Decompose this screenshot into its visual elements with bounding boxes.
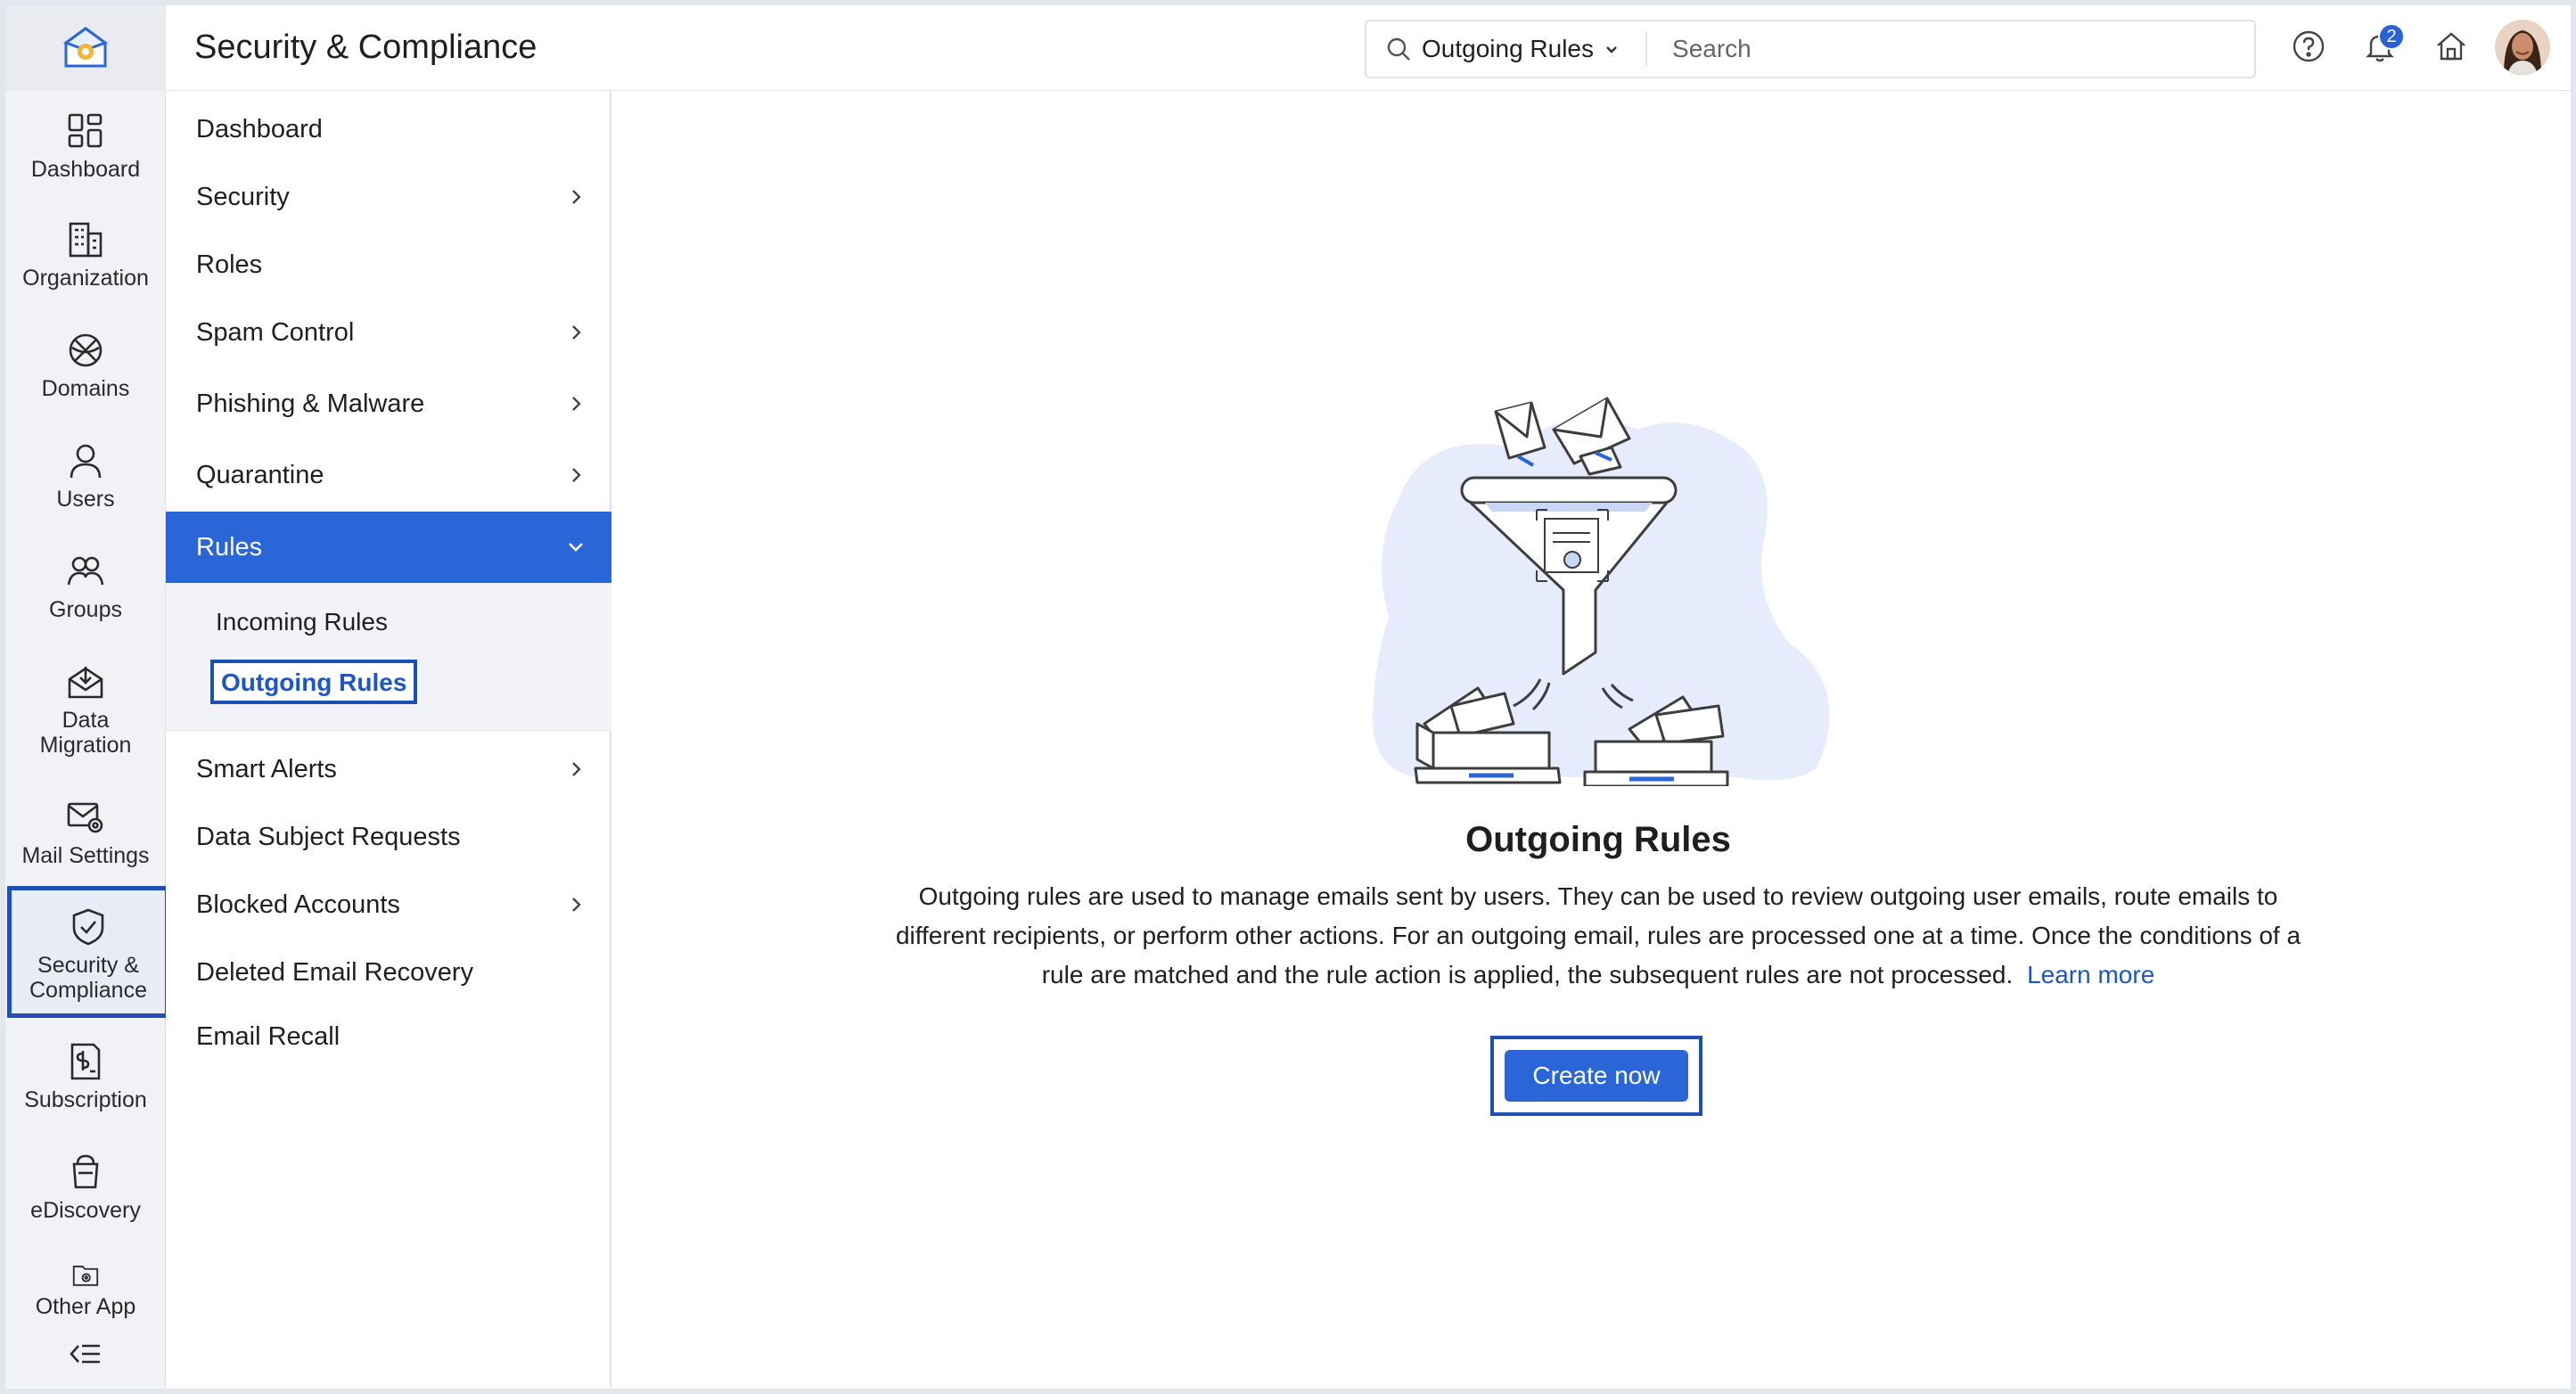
nav-label: Quarantine <box>196 460 324 489</box>
help-icon <box>2293 30 2325 62</box>
rail-item-other-app[interactable]: Other App <box>5 1260 166 1319</box>
home-button[interactable] <box>2433 29 2469 69</box>
nav-item-rules[interactable]: Rules <box>166 512 611 583</box>
nav-label: Deleted Email Recovery <box>196 957 474 987</box>
chevron-right-icon <box>572 397 581 411</box>
rail-item-security-compliance[interactable]: Security & Compliance <box>7 886 169 1018</box>
building-icon <box>69 222 103 258</box>
app-rail: Dashboard Organization Domains Users Gro… <box>5 5 169 1389</box>
avatar-image <box>2495 20 2550 75</box>
chevron-right-icon <box>572 468 581 482</box>
subscription-icon <box>70 1043 101 1080</box>
search-scope-label: Outgoing Rules <box>1422 35 1595 62</box>
nav-item-spam-control[interactable]: Spam Control <box>166 298 611 367</box>
rail-label: Users <box>56 487 115 512</box>
nav-item-deleted-email-recovery[interactable]: Deleted Email Recovery <box>166 938 611 1007</box>
globe-icon <box>69 333 103 367</box>
rail-item-mail-settings[interactable]: Mail Settings <box>5 797 166 868</box>
search-bar: Outgoing Rules <box>1365 20 2256 78</box>
create-now-button[interactable]: Create now <box>1505 1050 1688 1102</box>
dashboard-icon <box>68 113 103 148</box>
chevron-right-icon <box>572 898 581 912</box>
user-avatar[interactable] <box>2495 20 2550 75</box>
section-nav: Dashboard Security Roles Spam Control Ph… <box>166 91 611 1389</box>
group-icon <box>67 556 104 586</box>
nav-item-dashboard[interactable]: Dashboard <box>166 94 611 164</box>
chevron-right-icon <box>572 190 581 204</box>
rail-label: Other App <box>35 1294 136 1319</box>
chevron-right-icon <box>572 762 581 776</box>
chevron-right-icon <box>572 325 581 340</box>
nav-label: Rules <box>196 532 263 562</box>
rail-item-groups[interactable]: Groups <box>5 551 166 622</box>
rail-item-subscription[interactable]: Subscription <box>5 1041 166 1112</box>
nav-item-quarantine[interactable]: Quarantine <box>166 440 611 510</box>
mail-gear-icon <box>67 802 103 833</box>
nav-item-security[interactable]: Security <box>166 162 611 232</box>
mail-import-icon <box>68 667 103 699</box>
nav-item-data-subject-requests[interactable]: Data Subject Requests <box>166 802 611 872</box>
home-icon <box>2437 32 2465 61</box>
rail-label: Subscription <box>24 1087 147 1112</box>
discovery-icon <box>72 1154 99 1189</box>
rail-item-organization[interactable]: Organization <box>5 219 166 291</box>
notifications-button[interactable]: 2 <box>2362 23 2405 69</box>
chevron-down-icon <box>1606 46 1617 53</box>
nav-label: Roles <box>196 250 263 279</box>
search-scope-dropdown[interactable]: Outgoing Rules <box>1366 31 1648 67</box>
nav-subitem-outgoing-rules[interactable]: Outgoing Rules <box>210 660 418 704</box>
app-window: Dashboard Organization Domains Users Gro… <box>5 5 2571 1389</box>
nav-item-roles[interactable]: Roles <box>166 230 611 299</box>
empty-state-description: Outgoing rules are used to manage emails… <box>881 877 2316 995</box>
nav-subitem-incoming-rules[interactable]: Incoming Rules <box>216 608 388 636</box>
nav-label: Dashboard <box>196 114 323 144</box>
nav-item-blocked-accounts[interactable]: Blocked Accounts <box>166 870 611 939</box>
rail-label: eDiscovery <box>30 1198 141 1223</box>
rail-label: Groups <box>49 597 122 622</box>
rules-submenu: Incoming Rules Outgoing Rules <box>166 583 611 731</box>
search-icon <box>1387 37 1410 61</box>
funnel-illustration <box>1372 397 1830 786</box>
rail-item-dashboard[interactable]: Dashboard <box>5 111 166 182</box>
nav-label: Phishing & Malware <box>196 389 425 418</box>
rail-item-ediscovery[interactable]: eDiscovery <box>5 1152 166 1223</box>
nav-label: Smart Alerts <box>196 754 337 783</box>
notification-badge: 2 <box>2378 23 2405 50</box>
rail-item-domains[interactable]: Domains <box>5 330 166 401</box>
learn-more-link[interactable]: Learn more <box>2027 961 2154 988</box>
rail-item-data-migration[interactable]: Data Migration <box>5 661 166 758</box>
collapse-icon <box>70 1344 100 1364</box>
page-title: Security & Compliance <box>194 29 537 66</box>
nav-item-phishing-malware[interactable]: Phishing & Malware <box>166 369 611 439</box>
nav-label: Security <box>196 182 290 211</box>
rail-label: Mail Settings <box>21 843 150 868</box>
nav-item-email-recall[interactable]: Email Recall <box>166 1002 611 1071</box>
create-now-highlight: Create now <box>1490 1036 1702 1116</box>
rail-label: Data Migration <box>39 708 132 758</box>
chevron-down-icon <box>569 543 583 552</box>
nav-label: Data Subject Requests <box>196 822 461 851</box>
user-icon <box>70 444 102 479</box>
search-input[interactable] <box>1672 35 2208 63</box>
shield-check-icon <box>72 908 104 946</box>
rail-label: Organization <box>22 266 149 291</box>
nav-label: Spam Control <box>196 317 355 347</box>
rail-item-users[interactable]: Users <box>5 440 166 512</box>
rail-label: Security & Compliance <box>29 953 147 1003</box>
rail-label: Dashboard <box>30 157 141 182</box>
main-content: Outgoing Rules Outgoing rules are used t… <box>613 91 2571 1389</box>
nav-item-smart-alerts[interactable]: Smart Alerts <box>166 734 611 804</box>
nav-label: Email Recall <box>196 1021 340 1051</box>
top-header: Security & Compliance Outgoing Rules Sea… <box>166 5 2571 91</box>
empty-state-title: Outgoing Rules <box>1465 820 1731 859</box>
logo-icon <box>62 27 109 68</box>
app-logo[interactable] <box>5 5 166 91</box>
nav-label: Blocked Accounts <box>196 890 400 919</box>
collapse-rail-button[interactable] <box>5 1332 166 1376</box>
help-button[interactable] <box>2291 29 2326 69</box>
folder-gear-icon <box>72 1266 99 1286</box>
rail-label: Domains <box>41 376 130 401</box>
